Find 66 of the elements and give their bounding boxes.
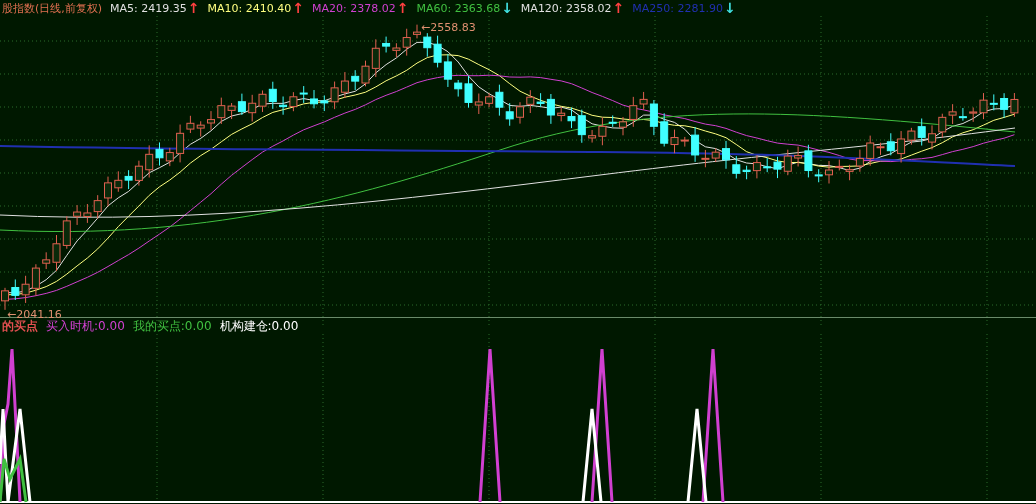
indicator-reading: 我的买点:0.00 [132, 317, 212, 335]
candlestick [825, 160, 833, 184]
chart-title: 股指数(日线,前复权) [2, 0, 103, 16]
candlestick [11, 278, 20, 301]
candlestick [196, 120, 205, 138]
candlestick [722, 140, 730, 170]
indicator-reading: 买入时机:0.00 [46, 318, 125, 335]
candlestick [93, 194, 102, 219]
candlestick [31, 263, 40, 297]
candlestick [413, 24, 421, 39]
ma-reading: MA10: 2410.40 [207, 1, 292, 15]
candlestick [145, 144, 154, 178]
candlestick [516, 101, 524, 125]
candlestick [1, 287, 9, 311]
candlestick [505, 102, 514, 127]
indicator-reading: 的买点 [2, 318, 38, 335]
candlestick [289, 91, 298, 112]
candlestick [382, 36, 391, 53]
candlestick [443, 53, 452, 88]
candlestick [268, 81, 277, 110]
candlestick [62, 215, 71, 250]
candlestick [845, 164, 854, 181]
candlestick [21, 275, 30, 304]
candlestick [351, 69, 360, 91]
candlestick [155, 141, 164, 167]
candlestick [124, 169, 133, 190]
ma-reading: MA250: 2281.90 [632, 1, 723, 15]
candlestick [855, 149, 864, 173]
candlestick [310, 89, 318, 109]
trend-arrow: ↑ [396, 1, 409, 15]
ma-reading: MA120: 2358.02 [520, 1, 612, 15]
candlestick [433, 35, 442, 68]
candlestick [207, 110, 215, 131]
candlestick [299, 85, 308, 104]
candlestick [165, 147, 174, 167]
candlestick [258, 90, 267, 113]
trend-arrow: ↓ [724, 1, 736, 15]
candlestick [423, 32, 432, 58]
candlestick [619, 116, 627, 136]
candlestick [340, 71, 349, 99]
trend-arrow: ↑ [292, 1, 304, 15]
candlestick [83, 203, 92, 224]
ma-reading: MA60: 2363.68 [416, 1, 501, 15]
candlestick [279, 96, 288, 116]
candlestick [134, 160, 143, 187]
candlestick [783, 149, 792, 176]
candlestick [928, 124, 936, 150]
candlestick [1000, 92, 1009, 119]
ma-reading: MA5: 2419.35 [110, 1, 187, 15]
trend-arrow: ↑ [187, 1, 200, 15]
candlestick [114, 170, 123, 193]
candlestick [938, 113, 947, 139]
trend-arrow: ↓ [501, 1, 513, 15]
candlestick [835, 159, 844, 171]
candlestick [104, 176, 112, 207]
high-price-label: ←2558.83 [421, 20, 476, 34]
candlestick [237, 93, 246, 116]
candlestick [248, 94, 257, 123]
candlestick [73, 204, 82, 226]
ma-reading: MA20: 2378.02 [312, 1, 396, 15]
trend-arrow: ↑ [612, 1, 625, 15]
candlestick [711, 148, 720, 163]
candlestick [660, 112, 669, 147]
indicator-reading: 机构建仓:0.00 [219, 317, 299, 335]
candlestick [1010, 92, 1019, 118]
candlestick [557, 106, 566, 122]
